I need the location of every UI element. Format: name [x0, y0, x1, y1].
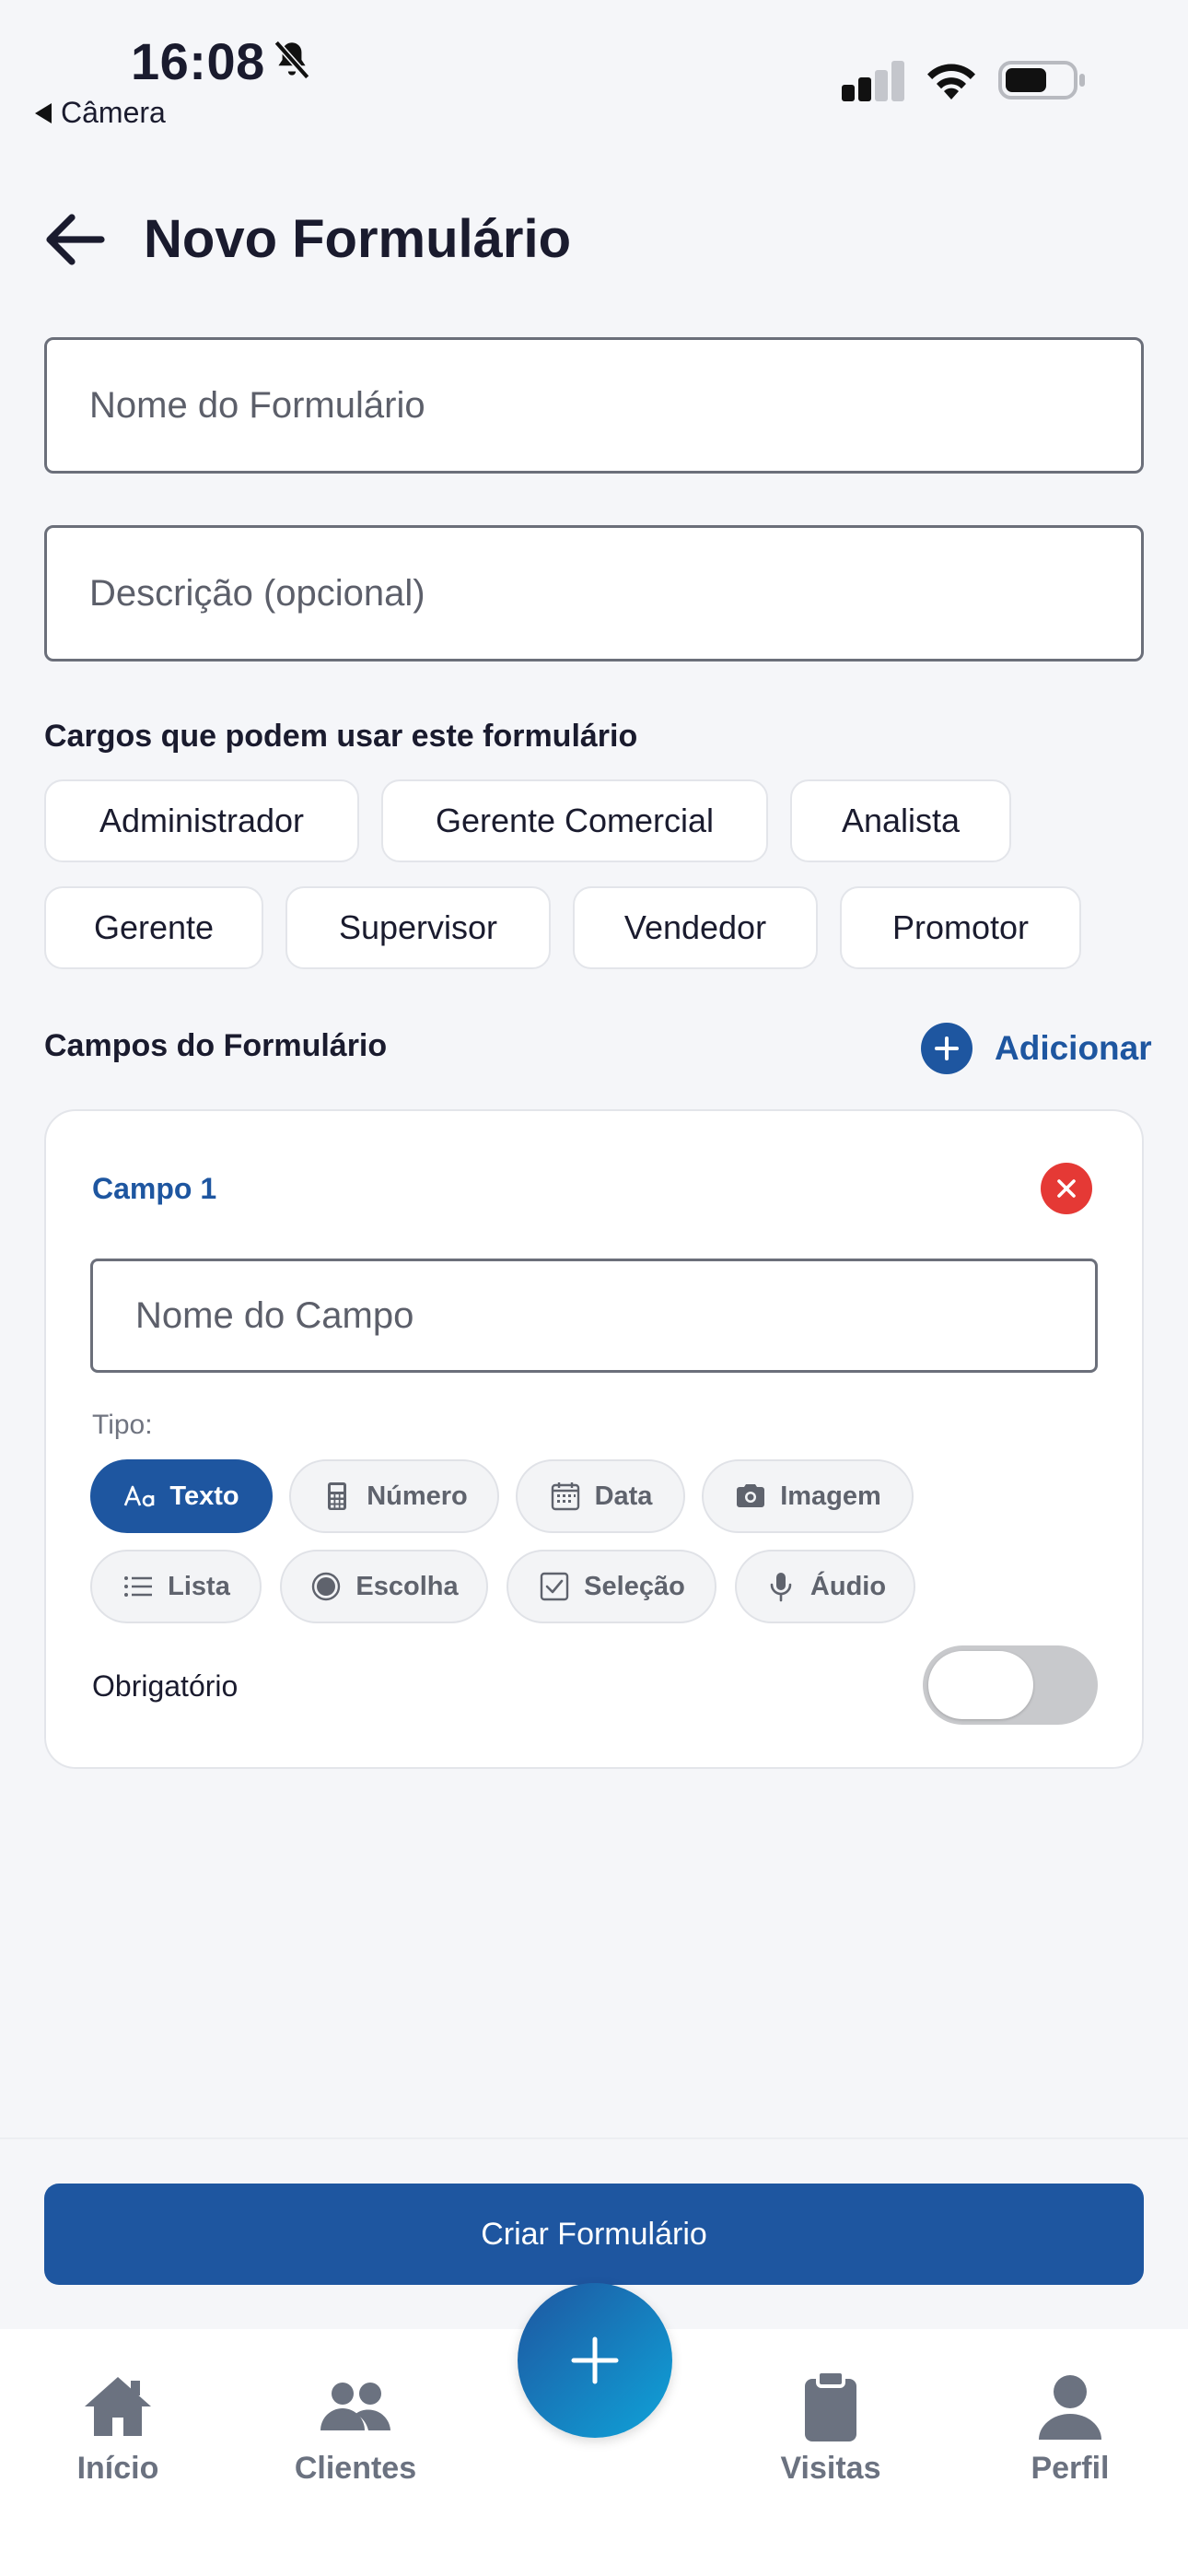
role-chip-administrador[interactable]: Administrador	[44, 779, 359, 862]
bell-slash-icon	[274, 40, 310, 80]
type-chip-escolha[interactable]: Escolha	[280, 1550, 488, 1623]
nav-item-visitas[interactable]: Visitas	[748, 2370, 914, 2487]
type-chip-numero[interactable]: Número	[289, 1459, 499, 1533]
checkbox-icon	[540, 1572, 569, 1601]
form-description-input[interactable]: Descrição (opcional)	[44, 525, 1144, 662]
type-label-imagem: Imagem	[780, 1481, 881, 1511]
fab-add-button[interactable]	[518, 2283, 672, 2438]
back-triangle-icon	[35, 102, 52, 123]
page-title: Novo Formulário	[144, 209, 572, 269]
field-type-label: Tipo:	[92, 1410, 153, 1440]
type-chip-imagem[interactable]: Imagem	[702, 1459, 914, 1533]
wifi-icon	[927, 64, 975, 100]
clipboard-icon	[805, 2370, 856, 2441]
cellular-signal-icon	[842, 61, 904, 101]
camera-icon	[737, 1484, 765, 1507]
role-chip-analista[interactable]: Analista	[790, 779, 1011, 862]
type-chip-lista[interactable]: Lista	[90, 1550, 262, 1623]
remove-field-button[interactable]	[1041, 1163, 1092, 1214]
footer-divider	[0, 2137, 1188, 2139]
type-label-selecao: Seleção	[584, 1571, 685, 1601]
arrow-left-icon[interactable]	[46, 214, 105, 265]
role-chip-gerente-comercial[interactable]: Gerente Comercial	[381, 779, 768, 862]
roles-section-label: Cargos que podem usar este formulário	[44, 719, 638, 754]
type-label-texto: Texto	[169, 1481, 239, 1511]
role-chip-promotor[interactable]: Promotor	[840, 886, 1081, 969]
users-icon	[320, 2383, 390, 2430]
close-icon	[1057, 1179, 1076, 1198]
type-label-audio: Áudio	[809, 1571, 887, 1601]
plus-icon	[571, 2336, 619, 2384]
calendar-icon	[551, 1482, 579, 1511]
fields-section-label: Campos do Formulário	[44, 1028, 388, 1063]
field-name-input[interactable]: Nome do Campo	[90, 1259, 1098, 1373]
type-chip-texto[interactable]: Texto	[90, 1459, 273, 1533]
type-label-data: Data	[594, 1481, 653, 1511]
field-title: Campo 1	[92, 1172, 217, 1205]
nav-label-perfil: Perfil	[1031, 2451, 1110, 2486]
list-icon	[124, 1576, 153, 1597]
nav-label-inicio: Início	[76, 2451, 159, 2486]
back-app-label: Câmera	[61, 96, 166, 129]
required-label: Obrigatório	[92, 1669, 239, 1703]
role-chip-gerente[interactable]: Gerente	[44, 886, 263, 969]
text-format-icon	[124, 1485, 155, 1507]
nav-item-inicio[interactable]: Início	[35, 2370, 201, 2487]
type-label-lista: Lista	[168, 1571, 230, 1601]
type-chip-selecao[interactable]: Seleção	[507, 1550, 716, 1623]
toggle-knob	[928, 1651, 1033, 1719]
battery-icon	[998, 61, 1085, 100]
user-icon	[1039, 2375, 1101, 2440]
status-time: 16:08	[131, 32, 265, 90]
nav-item-perfil[interactable]: Perfil	[987, 2370, 1153, 2487]
type-chip-audio[interactable]: Áudio	[735, 1550, 915, 1623]
back-to-app-link[interactable]: Câmera	[35, 96, 166, 130]
type-label-numero: Número	[367, 1481, 468, 1511]
role-chip-supervisor[interactable]: Supervisor	[285, 886, 551, 969]
required-toggle[interactable]	[923, 1645, 1098, 1725]
nav-label-clientes: Clientes	[294, 2451, 417, 2486]
type-label-escolha: Escolha	[355, 1571, 459, 1601]
add-field-button[interactable]: Adicionar	[921, 1023, 1152, 1074]
nav-item-clientes[interactable]: Clientes	[273, 2370, 438, 2487]
form-name-input[interactable]: Nome do Formulário	[44, 337, 1144, 474]
radio-icon	[312, 1572, 341, 1601]
create-form-button[interactable]: Criar Formulário	[44, 2184, 1144, 2285]
nav-label-visitas: Visitas	[780, 2451, 881, 2486]
calculator-icon	[328, 1482, 347, 1510]
role-chip-vendedor[interactable]: Vendedor	[573, 886, 818, 969]
type-chip-data[interactable]: Data	[516, 1459, 685, 1533]
plus-circle-icon	[921, 1023, 973, 1074]
add-field-label: Adicionar	[995, 1029, 1152, 1067]
microphone-icon	[770, 1573, 792, 1602]
home-icon	[85, 2377, 151, 2436]
